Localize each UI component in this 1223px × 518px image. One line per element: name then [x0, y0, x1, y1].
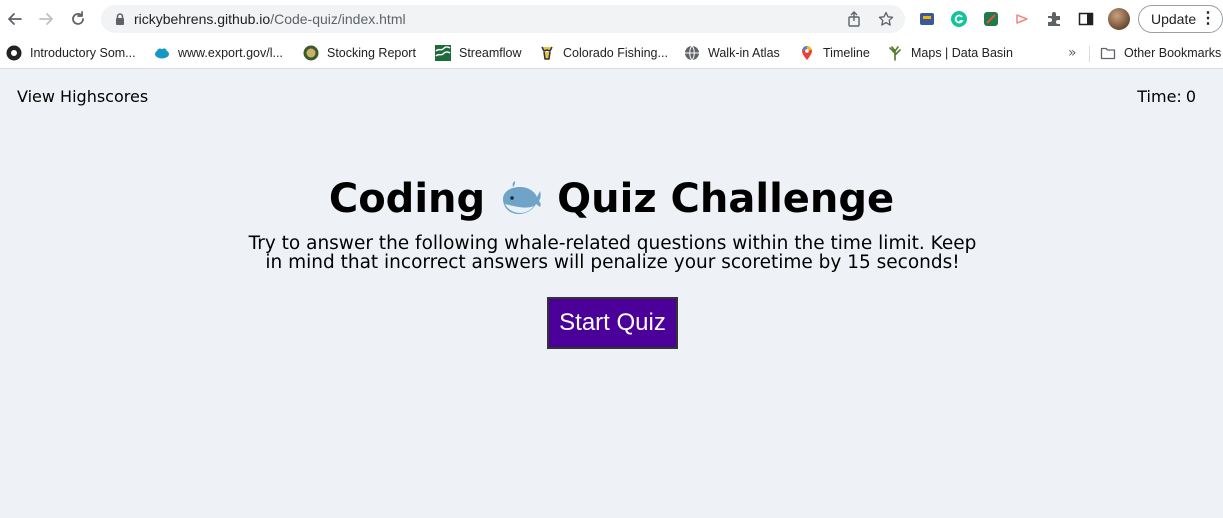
start-quiz-button[interactable]: Start Quiz [547, 297, 678, 349]
reload-icon[interactable] [67, 8, 89, 30]
bookmark-label: Introductory Som... [30, 46, 136, 60]
bookmark-walk-in-atlas[interactable]: Walk-in Atlas [684, 44, 780, 62]
bookmark-data-basin[interactable]: Maps | Data Basin [887, 44, 1013, 62]
bookmarks-bar: Introductory Som... www.export.gov/l... … [0, 38, 1223, 69]
elk-icon [541, 46, 553, 60]
quiz-page: View Highscores Time: 0 Coding Quiz Chall… [0, 70, 1223, 518]
bookmark-colorado-fishing[interactable]: Colorado Fishing... [539, 44, 668, 62]
bookmark-streamflow[interactable]: Streamflow [435, 44, 522, 62]
title-part-2: Quiz Challenge [557, 176, 895, 222]
bookmark-label: www.export.gov/l... [178, 46, 283, 60]
star-icon[interactable] [878, 11, 894, 27]
bookmark-label: Colorado Fishing... [563, 46, 668, 60]
forward-icon[interactable] [35, 8, 57, 30]
salesforce-cloud-icon [155, 48, 169, 59]
bookmark-export-gov[interactable]: www.export.gov/l... [154, 44, 283, 62]
browser-toolbar: rickybehrens.github.io/Code-quiz/index.h… [0, 0, 1223, 38]
bookmarks-divider [1089, 46, 1090, 62]
whale-icon [503, 181, 541, 214]
bookmark-favicon-icon [6, 45, 22, 61]
grammarly-icon[interactable] [950, 10, 968, 28]
bookmark-stocking-report[interactable]: Stocking Report [303, 44, 416, 62]
profile-avatar[interactable] [1108, 8, 1130, 30]
bookmark-label: Streamflow [459, 46, 522, 60]
page-title: Coding Quiz Challenge [0, 176, 1223, 222]
extension-4-icon[interactable] [1013, 10, 1031, 28]
bookmark-label: Timeline [823, 46, 870, 60]
seal-icon [303, 45, 319, 61]
url-text: rickybehrens.github.io/Code-quiz/index.h… [134, 11, 406, 27]
bookmark-label: Walk-in Atlas [708, 46, 780, 60]
extension-1-icon[interactable] [918, 10, 936, 28]
update-button[interactable]: Update ⋮ [1138, 5, 1223, 33]
url-host: rickybehrens.github.io [134, 11, 271, 27]
streamflow-icon [435, 45, 451, 61]
folder-icon [1100, 47, 1116, 60]
intro-text: Try to answer the following whale-relate… [241, 234, 984, 272]
lock-icon [116, 13, 124, 25]
bookmark-label: Stocking Report [327, 46, 416, 60]
bookmarks-overflow-button[interactable]: » [1068, 45, 1077, 61]
other-bookmarks-label: Other Bookmarks [1124, 46, 1222, 60]
more-menu-icon[interactable]: ⋮ [1200, 6, 1216, 32]
bookmark-introductory[interactable]: Introductory Som... [6, 44, 136, 62]
address-bar[interactable]: rickybehrens.github.io/Code-quiz/index.h… [101, 5, 905, 33]
extension-3-icon[interactable] [982, 10, 1000, 28]
globe-icon [685, 45, 699, 61]
side-panel-icon[interactable] [1077, 10, 1095, 28]
map-pin-icon [802, 46, 812, 60]
title-part-1: Coding [328, 176, 486, 222]
bookmark-timeline[interactable]: Timeline [799, 44, 870, 62]
back-icon[interactable] [4, 8, 26, 30]
timer-label: Time: [1137, 87, 1182, 106]
timer-value: 0 [1185, 87, 1196, 106]
update-label: Update [1151, 11, 1197, 27]
intro-line-1: Try to answer the following whale-relate… [248, 233, 977, 254]
bookmark-label: Maps | Data Basin [911, 46, 1013, 60]
share-icon[interactable] [846, 11, 862, 27]
leaf-icon [889, 46, 901, 61]
other-bookmarks[interactable]: Other Bookmarks [1100, 44, 1221, 62]
url-path: /Code-quiz/index.html [270, 11, 406, 27]
puzzle-icon[interactable] [1045, 10, 1063, 28]
intro-line-2: in mind that incorrect answers will pena… [265, 252, 960, 273]
timer: Time: 0 [1137, 87, 1196, 106]
view-highscores-link[interactable]: View Highscores [17, 87, 148, 106]
